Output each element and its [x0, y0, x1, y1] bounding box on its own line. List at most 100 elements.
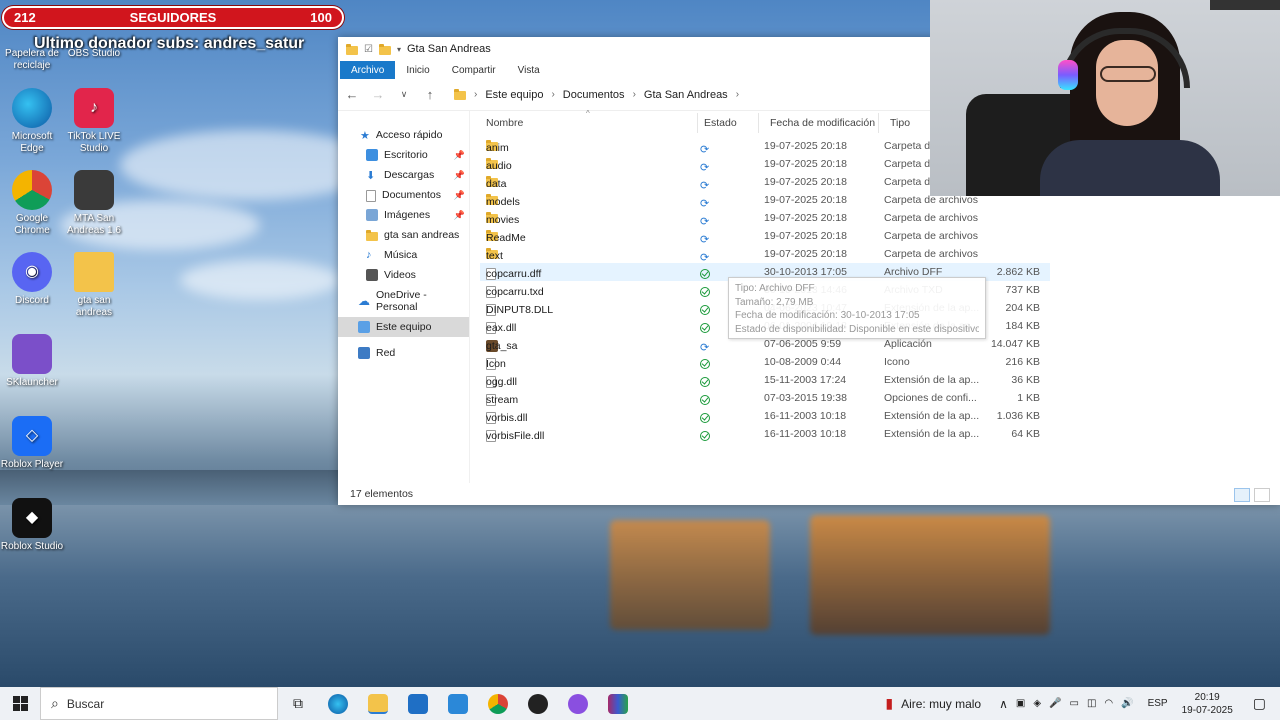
language-indicator[interactable]: ESP — [1148, 698, 1168, 709]
details-view-button[interactable] — [1234, 488, 1250, 502]
air-quality-text[interactable]: Aire: muy malo — [901, 697, 981, 711]
breadcrumb-separator-icon[interactable]: › — [551, 89, 554, 100]
breadcrumb-este-equipo[interactable]: Este equipo — [485, 89, 543, 101]
microphone-icon[interactable]: 🎤 — [1049, 698, 1061, 709]
file-row[interactable]: ReadMe ⟳ 19-07-2025 20:18 Carpeta de archiv… — [480, 227, 1280, 246]
clock[interactable]: 20:19 19-07-2025 — [1182, 691, 1233, 717]
available-check-icon — [700, 431, 710, 441]
recent-locations-chevron-icon[interactable]: ∨ — [396, 89, 412, 100]
file-name: copcarru.dff — [486, 268, 542, 280]
file-row[interactable]: stream 07-03-2015 19:38 Opciones de confi.… — [480, 389, 1280, 407]
taskbar-messenger[interactable] — [558, 687, 598, 720]
file-row[interactable]: vorbis.dll 16-11-2003 10:18 Extensión de l… — [480, 407, 1280, 425]
taskbar-mta[interactable] — [518, 687, 558, 720]
chevron-up-icon[interactable]: ∧ — [999, 697, 1008, 711]
column-header-fecha[interactable]: Fecha de modificación — [770, 117, 875, 129]
winrar-icon — [608, 693, 628, 714]
file-row[interactable]: text ⟳ 19-07-2025 20:18 Carpeta de archivos — [480, 245, 1280, 264]
nav-item-este-equipo[interactable]: Este equipo — [338, 317, 469, 337]
taskbar-winrar[interactable] — [598, 687, 638, 720]
nav-item-documentos[interactable]: Documentos 📌 — [338, 185, 469, 205]
nav-item-musica[interactable]: ♪ Música — [338, 245, 469, 265]
notifications-icon[interactable]: ▢ — [1253, 695, 1266, 712]
desktop-icon-edge[interactable]: Microsoft Edge — [0, 88, 64, 155]
breadcrumb-separator-icon[interactable]: › — [474, 89, 477, 100]
desktop-icon-discord[interactable]: ◉ Discord — [0, 252, 64, 307]
column-header-tipo[interactable]: Tipo — [890, 117, 910, 129]
nav-item-onedrive[interactable]: ☁ OneDrive - Personal — [338, 289, 469, 313]
pin-icon[interactable]: 📌 — [454, 210, 465, 221]
edge-icon — [12, 88, 52, 128]
messenger-icon — [568, 693, 588, 714]
folder-icon — [346, 43, 358, 55]
breadcrumb-separator-icon[interactable]: › — [736, 89, 739, 100]
column-header-estado[interactable]: Estado — [704, 117, 737, 129]
desktop-icon-roblox-studio[interactable]: ◆ Roblox Studio — [0, 498, 64, 553]
file-name: models — [486, 196, 520, 208]
tab-inicio[interactable]: Inicio — [395, 61, 440, 79]
column-divider[interactable] — [697, 113, 698, 133]
start-button[interactable] — [0, 687, 40, 720]
tab-vista[interactable]: Vista — [507, 61, 551, 79]
desktop-icon-gta-folder[interactable]: gta san andreas — [62, 252, 126, 319]
desktop-icon-roblox-player[interactable]: ◇ Roblox Player — [0, 416, 64, 471]
desktop-icon-obs[interactable]: OBS Studio — [62, 48, 126, 60]
desktop-icon-tiktok[interactable]: ♪ TikTok LIVE Studio — [62, 88, 126, 155]
pin-icon[interactable]: 📌 — [454, 170, 465, 181]
nav-item-imagenes[interactable]: Imágenes 📌 — [338, 205, 469, 225]
meet-now-icon[interactable]: ◈ — [1033, 698, 1041, 709]
file-size: 64 KB — [1011, 428, 1040, 440]
quick-access-toolbar-check-icon[interactable]: ☑ — [364, 44, 373, 55]
chevron-down-icon[interactable]: ▾ — [397, 45, 401, 54]
taskbar-mail[interactable] — [438, 687, 478, 720]
nav-item-gta-san-andreas[interactable]: gta san andreas — [338, 225, 469, 245]
taskbar-store[interactable] — [398, 687, 438, 720]
volume-icon[interactable]: 🔊 — [1121, 698, 1133, 709]
cloud-icon: ☁ — [358, 294, 370, 308]
large-icons-view-button[interactable] — [1254, 488, 1270, 502]
taskbar-chrome[interactable] — [478, 687, 518, 720]
column-divider[interactable] — [758, 113, 759, 133]
nav-item-acceso-rapido[interactable]: ★ Acceso rápido — [338, 125, 469, 145]
column-header-nombre[interactable]: Nombre — [486, 117, 523, 129]
desktop-icon-chrome[interactable]: Google Chrome — [0, 170, 64, 237]
forward-arrow-icon[interactable]: → — [370, 87, 386, 102]
camera-icon[interactable]: ▣ — [1016, 698, 1025, 709]
back-arrow-icon[interactable]: ← — [344, 87, 360, 102]
battery-icon[interactable]: ▭ — [1070, 698, 1079, 709]
nav-item-descargas[interactable]: ⬇ Descargas 📌 — [338, 165, 469, 185]
column-divider[interactable] — [878, 113, 879, 133]
wifi-icon[interactable]: ◠ — [1104, 698, 1113, 709]
status-bar: 17 elementos — [338, 483, 1280, 505]
windows-logo-icon — [12, 696, 28, 711]
taskbar-edge[interactable] — [318, 687, 358, 720]
taskbar-search-box[interactable]: ⌕ Buscar — [40, 687, 278, 720]
network-icon[interactable]: ◫ — [1087, 698, 1096, 709]
available-check-icon — [700, 395, 710, 405]
tab-compartir[interactable]: Compartir — [441, 61, 507, 79]
desktop-icon-recycle-bin[interactable]: Papelera de reciclaje — [0, 48, 64, 72]
up-arrow-icon[interactable]: ↑ — [422, 87, 438, 102]
search-icon: ⌕ — [51, 695, 59, 711]
nav-item-videos[interactable]: Videos — [338, 265, 469, 285]
pin-icon[interactable]: 📌 — [454, 150, 465, 161]
desktop-icon-mta[interactable]: MTA San Andreas 1.6 — [62, 170, 126, 237]
pin-icon[interactable]: 📌 — [454, 190, 465, 201]
file-row[interactable]: vorbisFile.dll 16-11-2003 10:18 Extensión … — [480, 425, 1280, 443]
item-count: 17 elementos — [350, 488, 414, 500]
nav-item-escritorio[interactable]: Escritorio 📌 — [338, 145, 469, 165]
file-row[interactable]: movies ⟳ 19-07-2025 20:18 Carpeta de archiv… — [480, 209, 1280, 228]
nav-item-red[interactable]: Red — [338, 343, 469, 363]
file-name: anim — [486, 142, 509, 154]
breadcrumb-documentos[interactable]: Documentos — [563, 89, 625, 101]
air-quality-icon[interactable]: ▮ — [885, 695, 893, 712]
tab-archivo[interactable]: Archivo — [340, 61, 396, 79]
file-row[interactable]: ogg.dll 15-11-2003 17:24 Extensión de la a… — [480, 371, 1280, 389]
file-row[interactable]: Icon 10-08-2009 0:44 Icono 216 KB — [480, 353, 1280, 371]
desktop-icon-sklauncher[interactable]: SKlauncher — [0, 334, 64, 389]
task-view-button[interactable]: ⧉ — [278, 687, 318, 720]
available-check-icon — [700, 269, 710, 279]
breadcrumb-separator-icon[interactable]: › — [633, 89, 636, 100]
taskbar-file-explorer[interactable] — [358, 687, 398, 720]
breadcrumb-gta-san-andreas[interactable]: Gta San Andreas — [644, 89, 728, 101]
